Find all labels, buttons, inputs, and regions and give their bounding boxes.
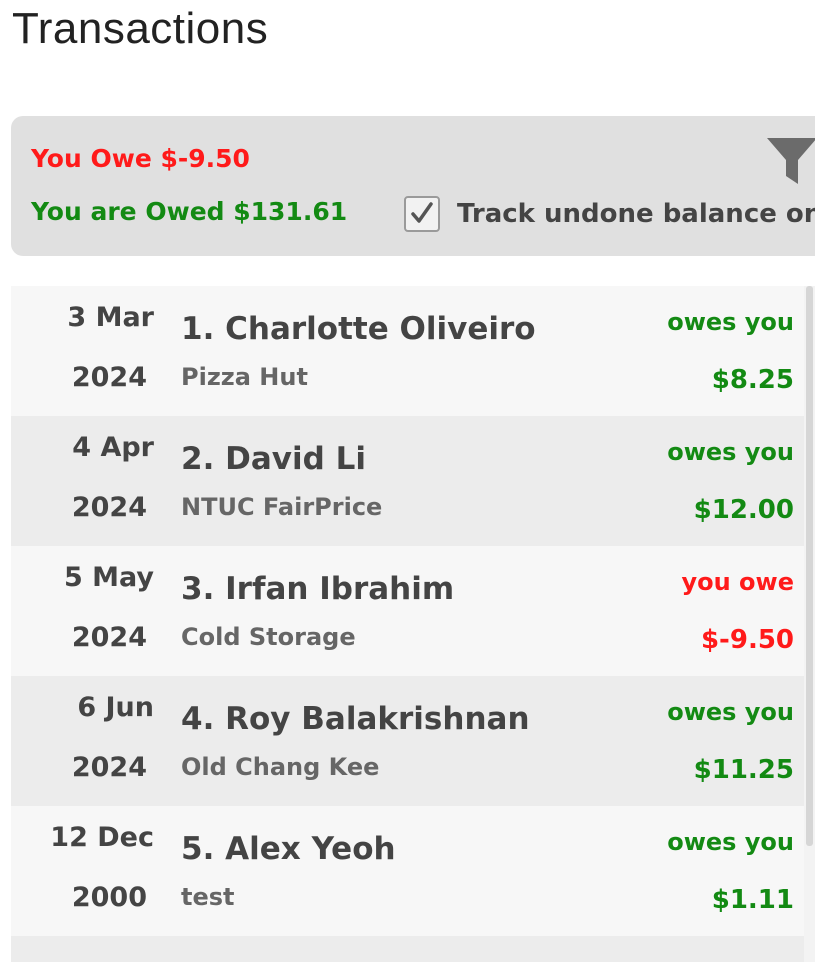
track-undone-label[interactable]: Track undone balance only xyxy=(457,199,815,229)
transaction-date: 3 Mar xyxy=(67,302,154,333)
transaction-person: 3. Irfan Ibrahim xyxy=(181,571,455,607)
transaction-year: 2024 xyxy=(71,622,147,653)
transaction-person: 5. Alex Yeoh xyxy=(181,831,396,867)
transaction-status: owes you xyxy=(667,828,794,856)
filter-icon[interactable] xyxy=(767,134,815,188)
transaction-merchant: Pizza Hut xyxy=(181,363,308,391)
transaction-date: 6 Jun xyxy=(77,692,154,723)
transaction-merchant: Cold Storage xyxy=(181,623,356,651)
transaction-merchant: Old Chang Kee xyxy=(181,753,380,781)
transaction-amount: $11.25 xyxy=(693,755,794,785)
you-owe-total: You Owe $-9.50 xyxy=(31,144,250,173)
track-undone-checkbox[interactable] xyxy=(404,196,440,232)
transaction-merchant: NTUC FairPrice xyxy=(181,493,383,521)
transaction-amount: $-9.50 xyxy=(700,625,794,655)
transaction-status: owes you xyxy=(667,438,794,466)
transaction-row-partial[interactable] xyxy=(11,936,804,962)
transaction-year: 2024 xyxy=(71,492,147,523)
transaction-year: 2024 xyxy=(71,362,147,393)
list-scrollbar[interactable] xyxy=(804,286,815,962)
you-are-owed-total: You are Owed $131.61 xyxy=(31,197,348,226)
transaction-row[interactable]: 5 May 2024 3. Irfan Ibrahim Cold Storage… xyxy=(11,546,804,676)
checkmark-icon xyxy=(411,202,433,223)
transaction-row[interactable]: 6 Jun 2024 4. Roy Balakrishnan Old Chang… xyxy=(11,676,804,806)
transaction-row[interactable]: 12 Dec 2000 5. Alex Yeoh test owes you $… xyxy=(11,806,804,936)
transaction-year: 2000 xyxy=(71,882,147,913)
transaction-date: 4 Apr xyxy=(72,432,154,463)
transaction-date: 5 May xyxy=(63,562,154,593)
transaction-amount: $8.25 xyxy=(711,365,794,395)
balance-summary-panel: You Owe $-9.50 You are Owed $131.61 Trac… xyxy=(11,116,815,256)
transaction-amount: $12.00 xyxy=(693,495,794,525)
transaction-list: 3 Mar 2024 1. Charlotte Oliveiro Pizza H… xyxy=(11,286,804,962)
transaction-year: 2024 xyxy=(71,752,147,783)
transaction-merchant: test xyxy=(181,883,235,911)
page-title: Transactions xyxy=(12,4,269,53)
transaction-row[interactable]: 4 Apr 2024 2. David Li NTUC FairPrice ow… xyxy=(11,416,804,546)
transaction-person: 2. David Li xyxy=(181,441,366,477)
transaction-date: 12 Dec xyxy=(50,822,154,853)
transaction-person: 1. Charlotte Oliveiro xyxy=(181,311,536,347)
transaction-person: 4. Roy Balakrishnan xyxy=(181,701,530,737)
transaction-amount: $1.11 xyxy=(711,885,794,915)
transaction-status: owes you xyxy=(667,308,794,336)
scrollbar-thumb[interactable] xyxy=(806,286,813,846)
transaction-row[interactable]: 3 Mar 2024 1. Charlotte Oliveiro Pizza H… xyxy=(11,286,804,416)
transaction-status: owes you xyxy=(667,698,794,726)
transaction-status: you owe xyxy=(681,568,794,596)
